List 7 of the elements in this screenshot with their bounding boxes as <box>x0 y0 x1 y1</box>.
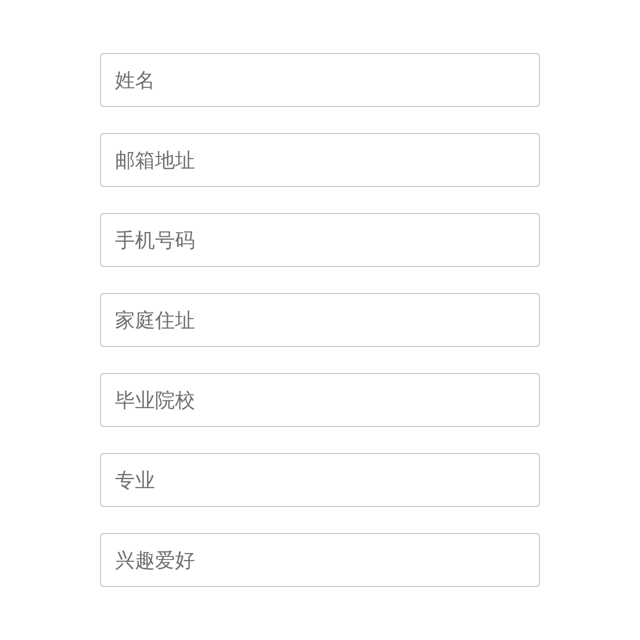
input-field[interactable]: 毕业院校 <box>100 373 540 427</box>
input-field[interactable]: 邮箱地址 <box>100 133 540 187</box>
input-field[interactable]: 姓名 <box>100 53 540 107</box>
input-field[interactable]: 兴趣爱好 <box>100 533 540 587</box>
input-field[interactable]: 专业 <box>100 453 540 507</box>
input-field[interactable]: 家庭住址 <box>100 293 540 347</box>
input-field[interactable]: 手机号码 <box>100 213 540 267</box>
